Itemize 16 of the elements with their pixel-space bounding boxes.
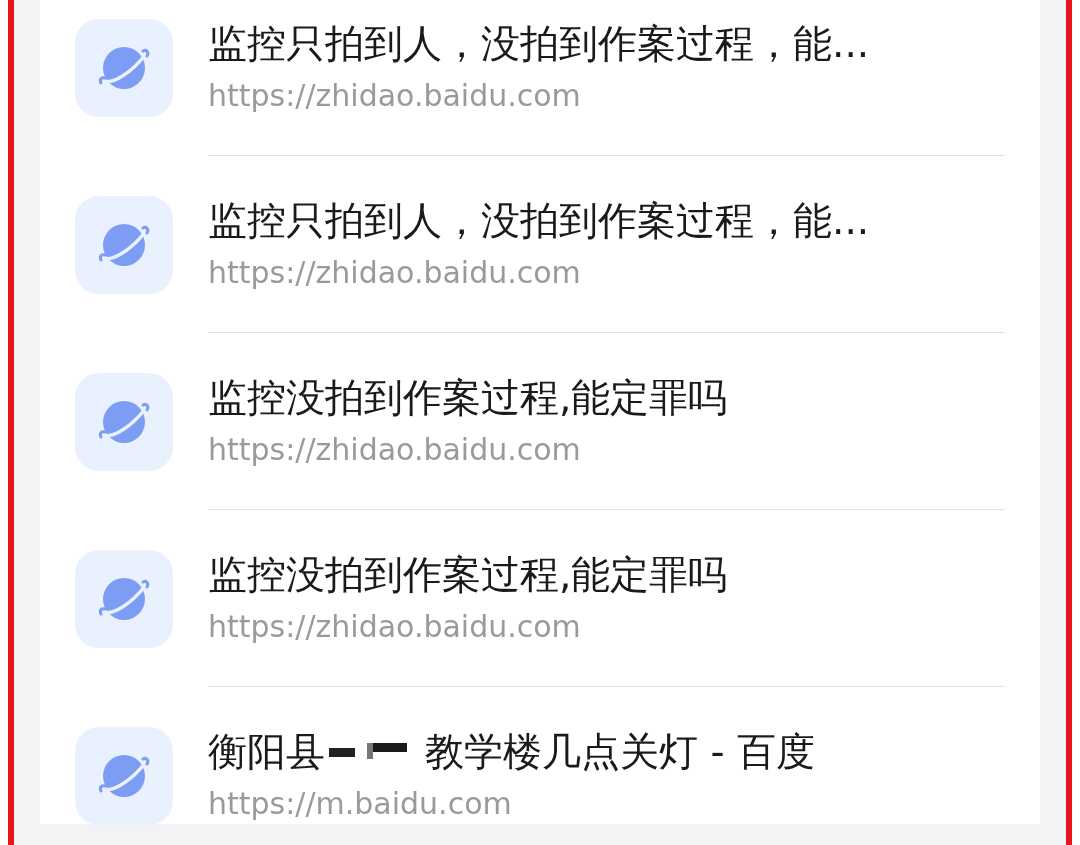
history-item[interactable]: 衡阳县 教学楼几点关灯 - 百度 https://m.baidu.com bbox=[208, 687, 1005, 845]
history-item[interactable]: 监控只拍到人，没拍到作案过程，能... https://zhidao.baidu.com bbox=[208, 0, 1005, 156]
history-url: https://zhidao.baidu.com bbox=[208, 254, 582, 292]
history-item[interactable]: 监控没拍到作案过程,能定罪吗 https://zhidao.baidu.com bbox=[208, 510, 1005, 687]
history-title: 监控没拍到作案过程,能定罪吗 bbox=[208, 374, 728, 422]
history-url: https://m.baidu.com bbox=[208, 785, 513, 823]
history-url: https://zhidao.baidu.com bbox=[208, 431, 582, 469]
history-title: 监控没拍到作案过程,能定罪吗 bbox=[208, 551, 728, 599]
history-item[interactable]: 监控没拍到作案过程,能定罪吗 https://zhidao.baidu.com bbox=[208, 333, 1005, 510]
history-url: https://zhidao.baidu.com bbox=[208, 608, 582, 646]
history-item[interactable]: 监控只拍到人，没拍到作案过程，能... https://zhidao.baidu.com bbox=[208, 156, 1005, 333]
history-url: https://zhidao.baidu.com bbox=[208, 77, 582, 115]
history-title: 监控只拍到人，没拍到作案过程，能... bbox=[208, 20, 870, 68]
history-title: 教学楼几点关灯 - 百度 bbox=[425, 728, 815, 776]
history-title: 监控只拍到人，没拍到作案过程，能... bbox=[208, 197, 870, 245]
history-title: 衡阳县 bbox=[208, 728, 325, 776]
